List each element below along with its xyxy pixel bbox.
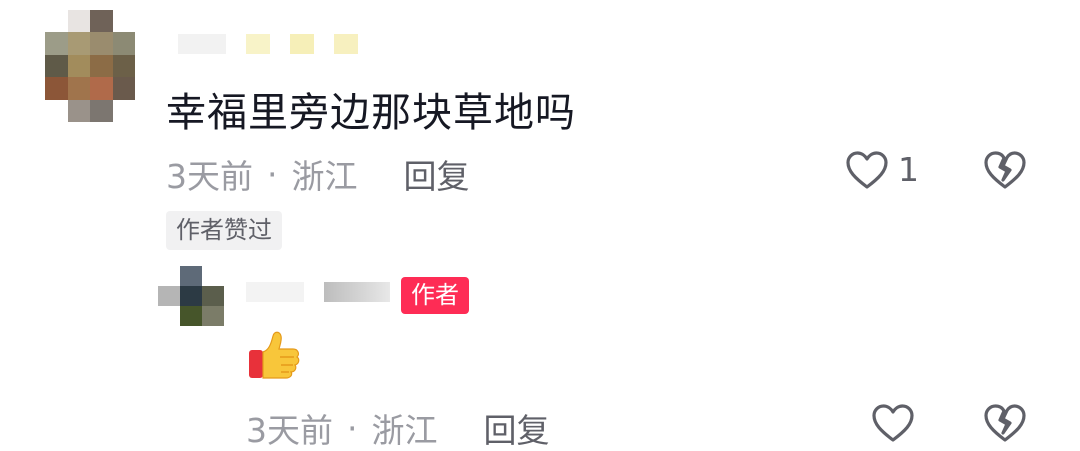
- avatar[interactable]: [45, 10, 135, 122]
- reply-avatar[interactable]: [158, 266, 224, 326]
- meta-separator: ·: [347, 408, 358, 448]
- author-liked-badge: 作者赞过: [166, 211, 282, 250]
- meta-separator: ·: [267, 154, 278, 194]
- broken-heart-icon[interactable]: [983, 403, 1027, 443]
- username[interactable]: [178, 34, 358, 54]
- reply-location: 浙江: [371, 411, 438, 450]
- heart-icon[interactable]: [871, 403, 915, 443]
- author-badge: 作者: [401, 277, 469, 314]
- broken-heart-icon[interactable]: [983, 150, 1027, 190]
- thumbs-up-emoji-icon: [249, 331, 300, 379]
- comment-time: 3天前: [166, 157, 253, 196]
- reply-button[interactable]: 回复: [404, 150, 470, 198]
- comment-text: 幸福里旁边那块草地吗: [166, 90, 576, 136]
- reply-username[interactable]: [246, 282, 390, 302]
- reply-meta: 3天前 · 浙江 回复: [246, 404, 550, 451]
- comment-meta: 3天前 · 浙江 回复: [166, 150, 470, 198]
- reply-time: 3天前: [246, 411, 333, 450]
- heart-icon[interactable]: [845, 150, 889, 190]
- reply-reply-button[interactable]: 回复: [484, 404, 550, 451]
- comment-location: 浙江: [291, 157, 358, 196]
- like-count: 1: [898, 150, 919, 189]
